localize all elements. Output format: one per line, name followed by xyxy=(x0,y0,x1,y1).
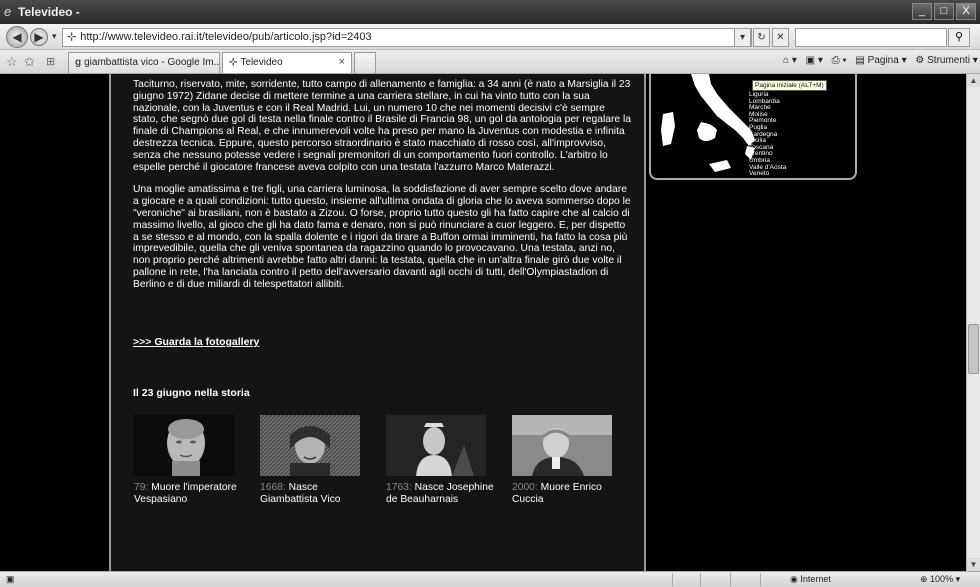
home-icon[interactable]: ⌂ ▾ xyxy=(783,55,797,66)
url-text: http://www.televideo.rai.it/televideo/pu… xyxy=(80,31,372,43)
vertical-scrollbar[interactable]: ▲ ▼ xyxy=(966,74,980,571)
close-tab-icon[interactable]: × xyxy=(339,56,345,68)
josephine-portrait[interactable] xyxy=(386,415,486,476)
fotogallery-link[interactable]: >>> Guarda la fotogallery xyxy=(133,336,259,348)
window-title: Televideo - xyxy=(18,5,80,19)
minimize-button[interactable]: _ xyxy=(912,3,932,20)
vespasiano-photo[interactable] xyxy=(134,415,234,476)
tab-televideo[interactable]: ⊹ Televideo × xyxy=(222,52,352,73)
maximize-button[interactable]: □ xyxy=(934,3,954,20)
scrollbar-thumb[interactable] xyxy=(968,324,979,374)
article-body: Taciturno, riservato, mite, sorridente, … xyxy=(133,79,631,302)
search-icon[interactable]: ⚲ xyxy=(948,28,970,47)
status-page-icon: ▣ xyxy=(6,574,15,584)
tab-label: Televideo xyxy=(240,57,283,68)
quick-tabs-icon[interactable]: ⊞ xyxy=(46,55,55,68)
feeds-icon[interactable]: ▣ ▾ xyxy=(806,55,823,66)
ie-icon: e xyxy=(4,4,12,19)
stop-icon[interactable]: ✕ xyxy=(772,28,789,47)
main-column: Taciturno, riservato, mite, sorridente, … xyxy=(109,74,646,571)
status-divider xyxy=(700,573,701,586)
print-icon[interactable]: ⎙ ▾ xyxy=(832,55,847,66)
history-caption: 1668: Nasce Giambattista Vico xyxy=(260,482,341,505)
history-dropdown-icon[interactable]: ▾ xyxy=(52,31,57,42)
page-favicon-icon: ⊹ xyxy=(67,31,77,43)
back-button[interactable]: ◀ xyxy=(6,26,28,48)
status-divider xyxy=(672,573,673,586)
televideo-favicon-icon: ⊹ xyxy=(229,57,238,68)
tab-google-images[interactable]: g giambattista vico - Google Im... xyxy=(68,52,220,73)
address-bar[interactable]: ⊹ http://www.televideo.rai.it/televideo/p… xyxy=(62,28,752,47)
history-item[interactable]: 79: Muore l'imperatore Vespasiano xyxy=(134,415,244,505)
page-menu[interactable]: ▤ Pagina ▾ xyxy=(855,55,906,66)
google-favicon-icon: g xyxy=(75,57,82,68)
scroll-down-icon[interactable]: ▼ xyxy=(967,558,980,571)
scroll-up-icon[interactable]: ▲ xyxy=(967,74,980,87)
history-item[interactable]: 1763: Nasce Josephine de Beauharnais xyxy=(386,415,496,505)
regions-list: Liguria Lombardia Marche Molise Piemonte… xyxy=(749,91,786,178)
new-tab-button[interactable] xyxy=(354,52,376,73)
history-item[interactable]: 2000: Muore Enrico Cuccia xyxy=(512,415,622,505)
history-caption: 79: Muore l'imperatore Vespasiano xyxy=(134,482,237,505)
tab-label: giambattista vico - Google Im... xyxy=(84,57,220,68)
article-paragraph: Una moglie amatissima e tre figli, una c… xyxy=(133,184,631,290)
address-row: ◀ ▶ ▾ ⊹ http://www.televideo.rai.it/telev… xyxy=(0,24,980,50)
status-divider xyxy=(760,573,761,586)
forward-button[interactable]: ▶ xyxy=(30,28,48,46)
search-input[interactable] xyxy=(795,28,947,47)
tools-menu[interactable]: ⚙ Strumenti ▾ xyxy=(915,55,977,66)
vico-portrait[interactable] xyxy=(260,415,360,476)
status-bar: ▣ ◉ Internet ⊕ 100% ▾ xyxy=(0,571,980,587)
refresh-icon[interactable]: ↻ xyxy=(753,28,770,47)
history-item[interactable]: 1668: Nasce Giambattista Vico xyxy=(260,415,370,505)
regions-map[interactable]: Pagina iniziale (ALT+M) Liguria Lombardi… xyxy=(649,74,857,180)
history-caption: 1763: Nasce Josephine de Beauharnais xyxy=(386,482,494,505)
history-caption: 2000: Muore Enrico Cuccia xyxy=(512,482,602,505)
window-controls: _ □ X xyxy=(912,3,976,20)
page-viewport: Taciturno, riservato, mite, sorridente, … xyxy=(0,74,966,571)
title-bar: e Televideo - _ □ X xyxy=(0,0,980,24)
history-section-title: Il 23 giugno nella storia xyxy=(133,387,250,399)
status-divider xyxy=(730,573,731,586)
region-link[interactable]: Veneto xyxy=(749,171,786,178)
cuccia-photo[interactable] xyxy=(512,415,612,476)
favorites-star-icon[interactable]: ☆ xyxy=(6,54,18,70)
right-column: Pagina iniziale (ALT+M) Liguria Lombardi… xyxy=(648,74,966,571)
close-button[interactable]: X xyxy=(956,3,976,20)
zoom-level[interactable]: ⊕ 100% ▾ xyxy=(920,574,960,585)
command-bar: ⌂ ▾ ▣ ▾ ⎙ ▾ ▤ Pagina ▾ ⚙ Strumenti ▾ » xyxy=(783,55,980,66)
security-zone[interactable]: ◉ Internet xyxy=(790,574,831,585)
add-favorites-icon[interactable]: ✩ xyxy=(24,54,35,70)
article-paragraph: Taciturno, riservato, mite, sorridente, … xyxy=(133,79,631,173)
tab-row: ☆ ✩ ⊞ g giambattista vico - Google Im... … xyxy=(0,50,980,74)
compat-view-icon[interactable]: ▾ xyxy=(734,28,751,47)
home-tooltip: Pagina iniziale (ALT+M) xyxy=(752,80,827,91)
